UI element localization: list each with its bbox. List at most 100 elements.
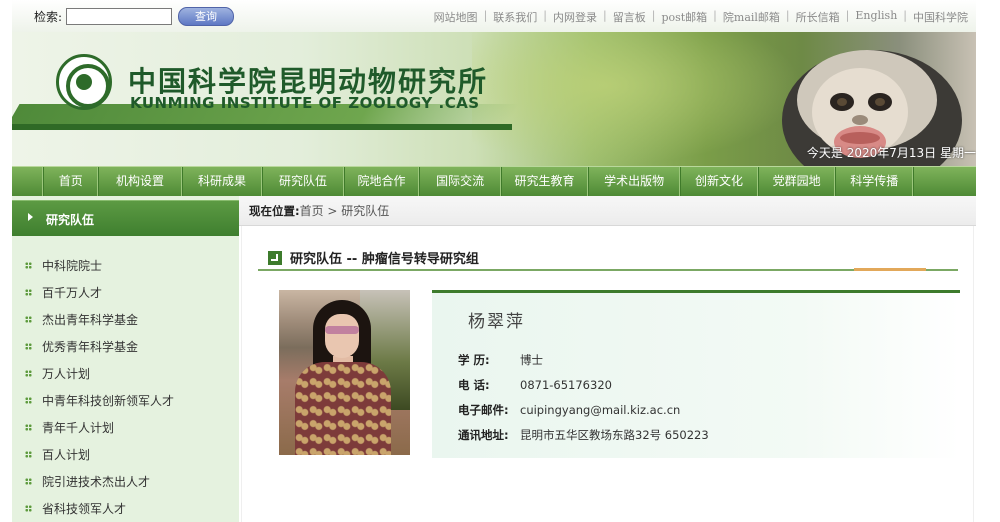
- nav-international-exchange[interactable]: 国际交流: [419, 167, 501, 197]
- sidebar-item-label: 万人计划: [42, 367, 91, 381]
- breadcrumb: 现在位置: 首页 > 研究队伍: [239, 196, 976, 226]
- sidebar-item-label: 百人计划: [42, 448, 91, 462]
- org-name-en: KUNMING INSTITUTE OF ZOOLOGY .CAS: [130, 94, 480, 112]
- nav-local-cooperation[interactable]: 院地合作: [343, 167, 420, 197]
- header-banner: 中国科学院昆明动物研究所 KUNMING INSTITUTE OF ZOOLOG…: [12, 32, 976, 166]
- sidebar-item-label: 中青年科技创新领军人才: [42, 394, 175, 408]
- sidebar-item-hundred-talents[interactable]: 百人计划: [12, 441, 239, 468]
- dot-grid-icon: [25, 397, 32, 404]
- section-divider: [258, 269, 958, 271]
- search-button[interactable]: 查询: [178, 6, 235, 26]
- profile-photo: [279, 290, 410, 455]
- profile-name: 杨翠萍: [468, 312, 525, 332]
- profile-card: 杨翠萍 学 历: 博士 电 话: 0871-65176320 电子邮件: cui…: [432, 290, 960, 458]
- breadcrumb-path[interactable]: 首页 > 研究队伍: [300, 202, 390, 219]
- profile-row-email: 电子邮件: cuipingyang@mail.kiz.ac.cn: [458, 397, 709, 422]
- nav-science-communication[interactable]: 科学传播: [835, 167, 914, 197]
- sidebar-item-innovation-leaders[interactable]: 中青年科技创新领军人才: [12, 387, 239, 414]
- main-nav: 首页 机构设置 科研成果 研究队伍 院地合作 国际交流 研究生教育 学术出版物 …: [12, 166, 976, 197]
- nav-organization[interactable]: 机构设置: [98, 167, 182, 197]
- profile-value: 昆明市五华区教场东路32号 650223: [520, 427, 709, 442]
- divider: |: [713, 9, 717, 22]
- link-english[interactable]: English: [855, 9, 897, 25]
- section-title: 研究队伍 -- 肿瘤信号转导研究组: [290, 252, 479, 267]
- profile-label: 学 历:: [458, 352, 490, 367]
- profile-row-phone: 电 话: 0871-65176320: [458, 372, 709, 397]
- photo-dress: [295, 362, 391, 455]
- sidebar-item-label: 中科院院士: [42, 259, 103, 273]
- link-guestbook[interactable]: 留言板: [613, 9, 646, 25]
- divider: |: [543, 9, 547, 22]
- cas-logo-icon[interactable]: [56, 54, 112, 110]
- sidebar-list: 中科院院士 百千万人才 杰出青年科学基金 优秀青年科学基金 万人计划 中青年科技…: [12, 252, 239, 522]
- dot-grid-icon: [25, 451, 32, 458]
- sidebar-item-provincial-leaders[interactable]: 省科技领军人才: [12, 495, 239, 522]
- profile-row-address: 通讯地址: 昆明市五华区教场东路32号 650223: [458, 422, 709, 447]
- divider: |: [845, 9, 850, 22]
- divider: |: [483, 9, 488, 22]
- link-sitemap[interactable]: 网站地图: [434, 9, 478, 25]
- nav-publications[interactable]: 学术出版物: [588, 167, 681, 197]
- nav-innovation-culture[interactable]: 创新文化: [680, 167, 758, 197]
- link-cas[interactable]: 中国科学院: [913, 9, 968, 25]
- nav-achievements[interactable]: 科研成果: [181, 167, 263, 197]
- profile-email-link[interactable]: cuipingyang@mail.kiz.ac.cn: [520, 403, 680, 417]
- sidebar-item-excellent-young[interactable]: 优秀青年科学基金: [12, 333, 239, 360]
- top-bar: 检索: 查询 网站地图 | 联系我们 | 内网登录 | 留言板 | post邮箱 | 院m…: [12, 0, 976, 32]
- triangle-right-icon: [28, 213, 33, 221]
- link-post-mail[interactable]: post邮箱: [661, 9, 707, 25]
- dot-grid-icon: [25, 478, 32, 485]
- link-director-mailbox[interactable]: 所长信箱: [796, 9, 840, 25]
- profile-value: 博士: [520, 352, 543, 367]
- divider: |: [785, 9, 790, 22]
- profile-row-education: 学 历: 博士: [458, 347, 709, 372]
- link-contact[interactable]: 联系我们: [493, 9, 537, 25]
- search-input[interactable]: [66, 7, 173, 25]
- sidebar-item-distinguished-young[interactable]: 杰出青年科学基金: [12, 306, 239, 333]
- dot-grid-icon: [25, 424, 32, 431]
- nav-research-team[interactable]: 研究队伍: [262, 167, 344, 197]
- section-header: 研究队伍 -- 肿瘤信号转导研究组: [268, 248, 479, 267]
- profile-details: 学 历: 博士 电 话: 0871-65176320 电子邮件: cuiping…: [458, 347, 709, 447]
- sidebar-header: 研究队伍: [12, 200, 239, 236]
- link-intranet-login[interactable]: 内网登录: [553, 9, 597, 25]
- sidebar-item-label: 优秀青年科学基金: [42, 340, 139, 354]
- dot-grid-icon: [25, 370, 32, 377]
- banner-stripe-line: [12, 124, 512, 130]
- sidebar-item-young-thousand-talents[interactable]: 青年千人计划: [12, 414, 239, 441]
- main-content: 研究队伍 -- 肿瘤信号转导研究组 杨翠萍 学 历: 博士 电 话: 0871-…: [241, 226, 974, 522]
- sidebar: 研究队伍 中科院院士 百千万人才 杰出青年科学基金 优秀青年科学基金 万人计划 …: [12, 196, 239, 522]
- breadcrumb-lead: 现在位置:: [249, 203, 300, 218]
- sidebar-item-ten-thousand-talents[interactable]: 万人计划: [12, 360, 239, 387]
- profile-label: 通讯地址:: [458, 427, 509, 442]
- nav-party-affairs[interactable]: 党群园地: [757, 167, 836, 197]
- dot-grid-icon: [25, 262, 32, 269]
- sidebar-item-introduced-talents[interactable]: 院引进技术杰出人才: [12, 468, 239, 495]
- photo-glasses: [325, 326, 359, 334]
- profile-value: 0871-65176320: [520, 377, 612, 392]
- top-links: 网站地图 | 联系我们 | 内网登录 | 留言板 | post邮箱 | 院mail邮箱 | …: [434, 9, 968, 25]
- divider: |: [651, 9, 656, 22]
- sidebar-item-label: 杰出青年科学基金: [42, 313, 139, 327]
- dot-grid-icon: [25, 505, 32, 512]
- section-divider-accent: [854, 268, 926, 271]
- nav-graduate-education[interactable]: 研究生教育: [500, 167, 589, 197]
- current-date: 今天是 2020年7月13日 星期一: [806, 146, 976, 160]
- sidebar-item-million-talents[interactable]: 百千万人才: [12, 279, 239, 306]
- search-label: 检索:: [34, 9, 63, 24]
- divider: |: [903, 9, 907, 22]
- photo-face: [325, 314, 359, 358]
- dot-grid-icon: [25, 343, 32, 350]
- link-institute-mail[interactable]: 院mail邮箱: [723, 9, 780, 25]
- nav-home[interactable]: 首页: [43, 167, 99, 197]
- banner-background: [472, 32, 802, 166]
- arrow-box-icon: [268, 250, 282, 265]
- sidebar-item-label: 院引进技术杰出人才: [42, 475, 151, 489]
- divider: |: [603, 9, 607, 22]
- dot-grid-icon: [25, 289, 32, 296]
- sidebar-item-label: 省科技领军人才: [42, 502, 127, 516]
- dot-grid-icon: [25, 316, 32, 323]
- sidebar-item-academician[interactable]: 中科院院士: [12, 252, 239, 279]
- nav-spacer: [12, 167, 44, 197]
- sidebar-item-label: 青年千人计划: [42, 421, 115, 435]
